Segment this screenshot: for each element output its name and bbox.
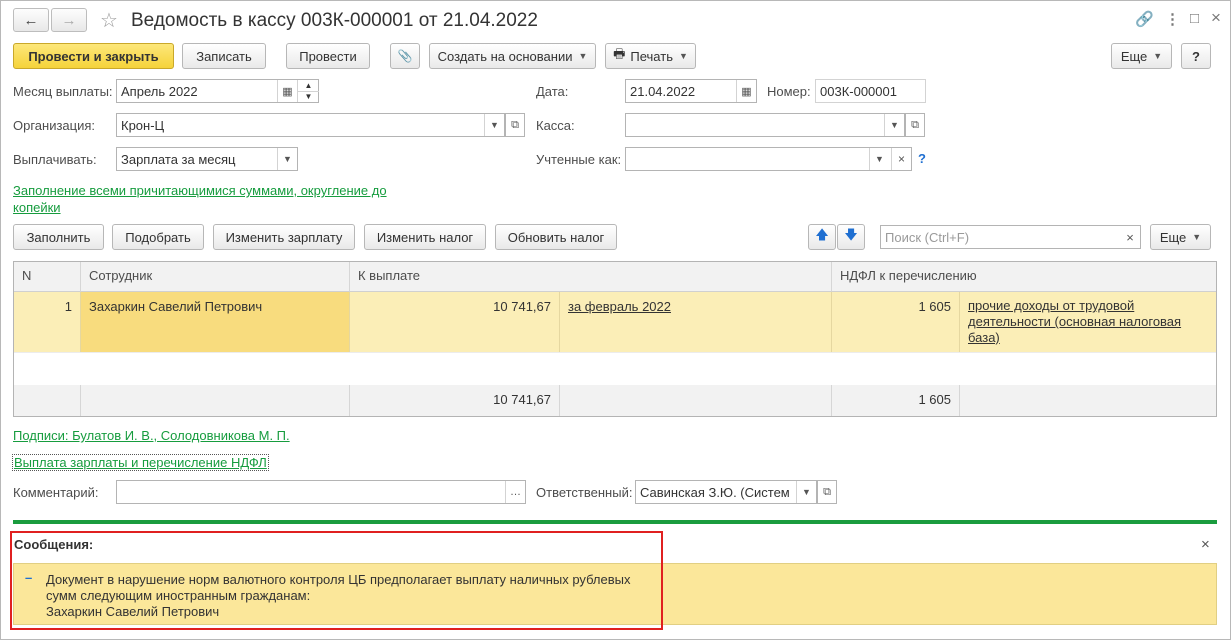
arrow-right-icon: →	[61, 11, 77, 29]
open-organization-button[interactable]: ⧉	[505, 113, 525, 137]
open-icon: ⧉	[823, 485, 831, 498]
caret-down-icon: ▼	[578, 51, 588, 61]
search-input[interactable]: Поиск (Ctrl+F) ×	[880, 225, 1141, 249]
header-ndfl[interactable]: НДФЛ к перечислению	[832, 262, 1216, 292]
cell-ndfl[interactable]: 1 605	[832, 292, 960, 352]
comment-label: Комментарий:	[13, 485, 99, 500]
empty-row	[14, 352, 1216, 385]
link-icon[interactable]: 🔗	[1135, 10, 1154, 28]
pay-label: Выплачивать:	[13, 152, 97, 167]
caret-down-icon: ▼	[1153, 51, 1163, 61]
highlight-box	[10, 531, 663, 630]
arrow-up-icon: 🡅	[815, 227, 829, 242]
post-button[interactable]: Провести	[286, 43, 370, 69]
close-icon[interactable]: ×	[1211, 8, 1221, 28]
dropdown-icon[interactable]: ▼	[484, 114, 504, 136]
footer-amount: 10 741,67	[350, 385, 560, 416]
caret-down-icon: ▼	[678, 51, 688, 61]
messages-close-icon[interactable]: ×	[1201, 536, 1210, 553]
month-field[interactable]: Апрель 2022 ▦ ▲ ▼	[116, 79, 319, 103]
print-button[interactable]: 🖶 Печать ▼	[605, 43, 696, 69]
printer-icon: 🖶	[613, 46, 626, 61]
calendar-icon[interactable]: ▦	[736, 80, 756, 102]
caret-down-icon: ▼	[1192, 232, 1202, 242]
post-and-close-button[interactable]: Провести и закрыть	[13, 43, 174, 69]
back-button[interactable]: ←	[13, 8, 49, 32]
payroll-table: N Сотрудник К выплате НДФЛ к перечислени…	[13, 261, 1217, 417]
messages-divider	[13, 520, 1217, 524]
clear-search-icon[interactable]: ×	[1120, 226, 1140, 248]
cell-period[interactable]: за февраль 2022	[560, 292, 832, 352]
organization-label: Организация:	[13, 118, 96, 133]
page-title: Ведомость в кассу 003К-000001 от 21.04.2…	[131, 10, 538, 31]
help-button[interactable]: ?	[1181, 43, 1211, 69]
header-n[interactable]: N	[14, 262, 81, 292]
open-cash-button[interactable]: ⧉	[905, 113, 925, 137]
open-icon: ⧉	[911, 118, 919, 131]
dropdown-icon[interactable]: ▼	[884, 114, 904, 136]
maximize-icon[interactable]: □	[1190, 10, 1199, 27]
star-icon[interactable]: ☆	[100, 8, 118, 33]
cash-label: Касса:	[536, 118, 575, 133]
table-row[interactable]: 1 Захаркин Савелий Петрович 10 741,67 за…	[14, 292, 1216, 352]
more-menu-icon[interactable]: ⋮	[1165, 10, 1180, 28]
table-more-button[interactable]: Еще ▼	[1150, 224, 1211, 250]
footer-n	[14, 385, 81, 416]
arrow-down-icon: 🡇	[844, 227, 858, 242]
fill-rounding-link[interactable]: Заполнение всеми причитающимися суммами,…	[13, 183, 387, 198]
fill-rounding-link-cont[interactable]: копейки	[13, 200, 61, 215]
change-salary-button[interactable]: Изменить зарплату	[213, 224, 355, 250]
pay-field[interactable]: Зарплата за месяц ▼	[116, 147, 298, 171]
number-label: Номер:	[767, 84, 811, 99]
number-field[interactable]: 003К-000001	[815, 79, 926, 103]
update-tax-button[interactable]: Обновить налог	[495, 224, 617, 250]
forward-button[interactable]: →	[51, 8, 87, 32]
open-icon: ⧉	[511, 118, 519, 131]
header-amount[interactable]: К выплате	[350, 262, 832, 292]
dropdown-icon[interactable]: ▼	[277, 148, 297, 170]
paperclip-icon: 📎	[397, 49, 413, 63]
responsible-field[interactable]: Савинская З.Ю. (Систем ▼	[635, 480, 817, 504]
save-button[interactable]: Записать	[182, 43, 266, 69]
comment-field[interactable]: …	[116, 480, 526, 504]
more-button[interactable]: Еще ▼	[1111, 43, 1172, 69]
help-question-icon[interactable]: ?	[918, 151, 926, 166]
date-field[interactable]: 21.04.2022 ▦	[625, 79, 757, 103]
accounted-field[interactable]: ▼ ×	[625, 147, 912, 171]
signatures-link[interactable]: Подписи: Булатов И. В., Солодовникова М.…	[13, 428, 290, 443]
cell-amount[interactable]: 10 741,67	[350, 292, 560, 352]
organization-field[interactable]: Крон-Ц ▼	[116, 113, 505, 137]
create-based-on-button[interactable]: Создать на основании ▼	[429, 43, 596, 69]
dropdown-icon[interactable]: ▼	[796, 481, 816, 503]
cell-n: 1	[14, 292, 81, 352]
change-tax-button[interactable]: Изменить налог	[364, 224, 486, 250]
cell-employee[interactable]: Захаркин Савелий Петрович	[81, 292, 350, 352]
decrement-icon[interactable]: ▼	[297, 91, 319, 102]
footer-period	[560, 385, 832, 416]
payment-link[interactable]: Выплата зарплаты и перечисление НДФЛ	[12, 454, 269, 471]
dropdown-icon[interactable]: ▼	[869, 148, 889, 170]
footer-ndfl: 1 605	[832, 385, 960, 416]
move-down-button[interactable]: 🡇	[837, 224, 865, 250]
move-up-button[interactable]: 🡅	[808, 224, 836, 250]
calendar-icon[interactable]: ▦	[277, 80, 297, 102]
ellipsis-icon[interactable]: …	[505, 481, 525, 503]
cell-income-type[interactable]: прочие доходы от трудовой деятельности (…	[960, 292, 1216, 352]
footer-employee	[81, 385, 350, 416]
fill-button[interactable]: Заполнить	[13, 224, 104, 250]
pick-button[interactable]: Подобрать	[112, 224, 204, 250]
accounted-label: Учтенные как:	[536, 152, 622, 167]
month-label: Месяц выплаты:	[13, 84, 113, 99]
open-responsible-button[interactable]: ⧉	[817, 480, 837, 504]
date-label: Дата:	[536, 84, 569, 99]
responsible-label: Ответственный:	[536, 485, 633, 500]
footer-income	[960, 385, 1216, 416]
header-employee[interactable]: Сотрудник	[81, 262, 350, 292]
attach-button[interactable]: 📎	[390, 43, 420, 69]
clear-icon[interactable]: ×	[891, 148, 911, 170]
arrow-left-icon: ←	[23, 11, 39, 29]
cash-field[interactable]: ▼	[625, 113, 905, 137]
